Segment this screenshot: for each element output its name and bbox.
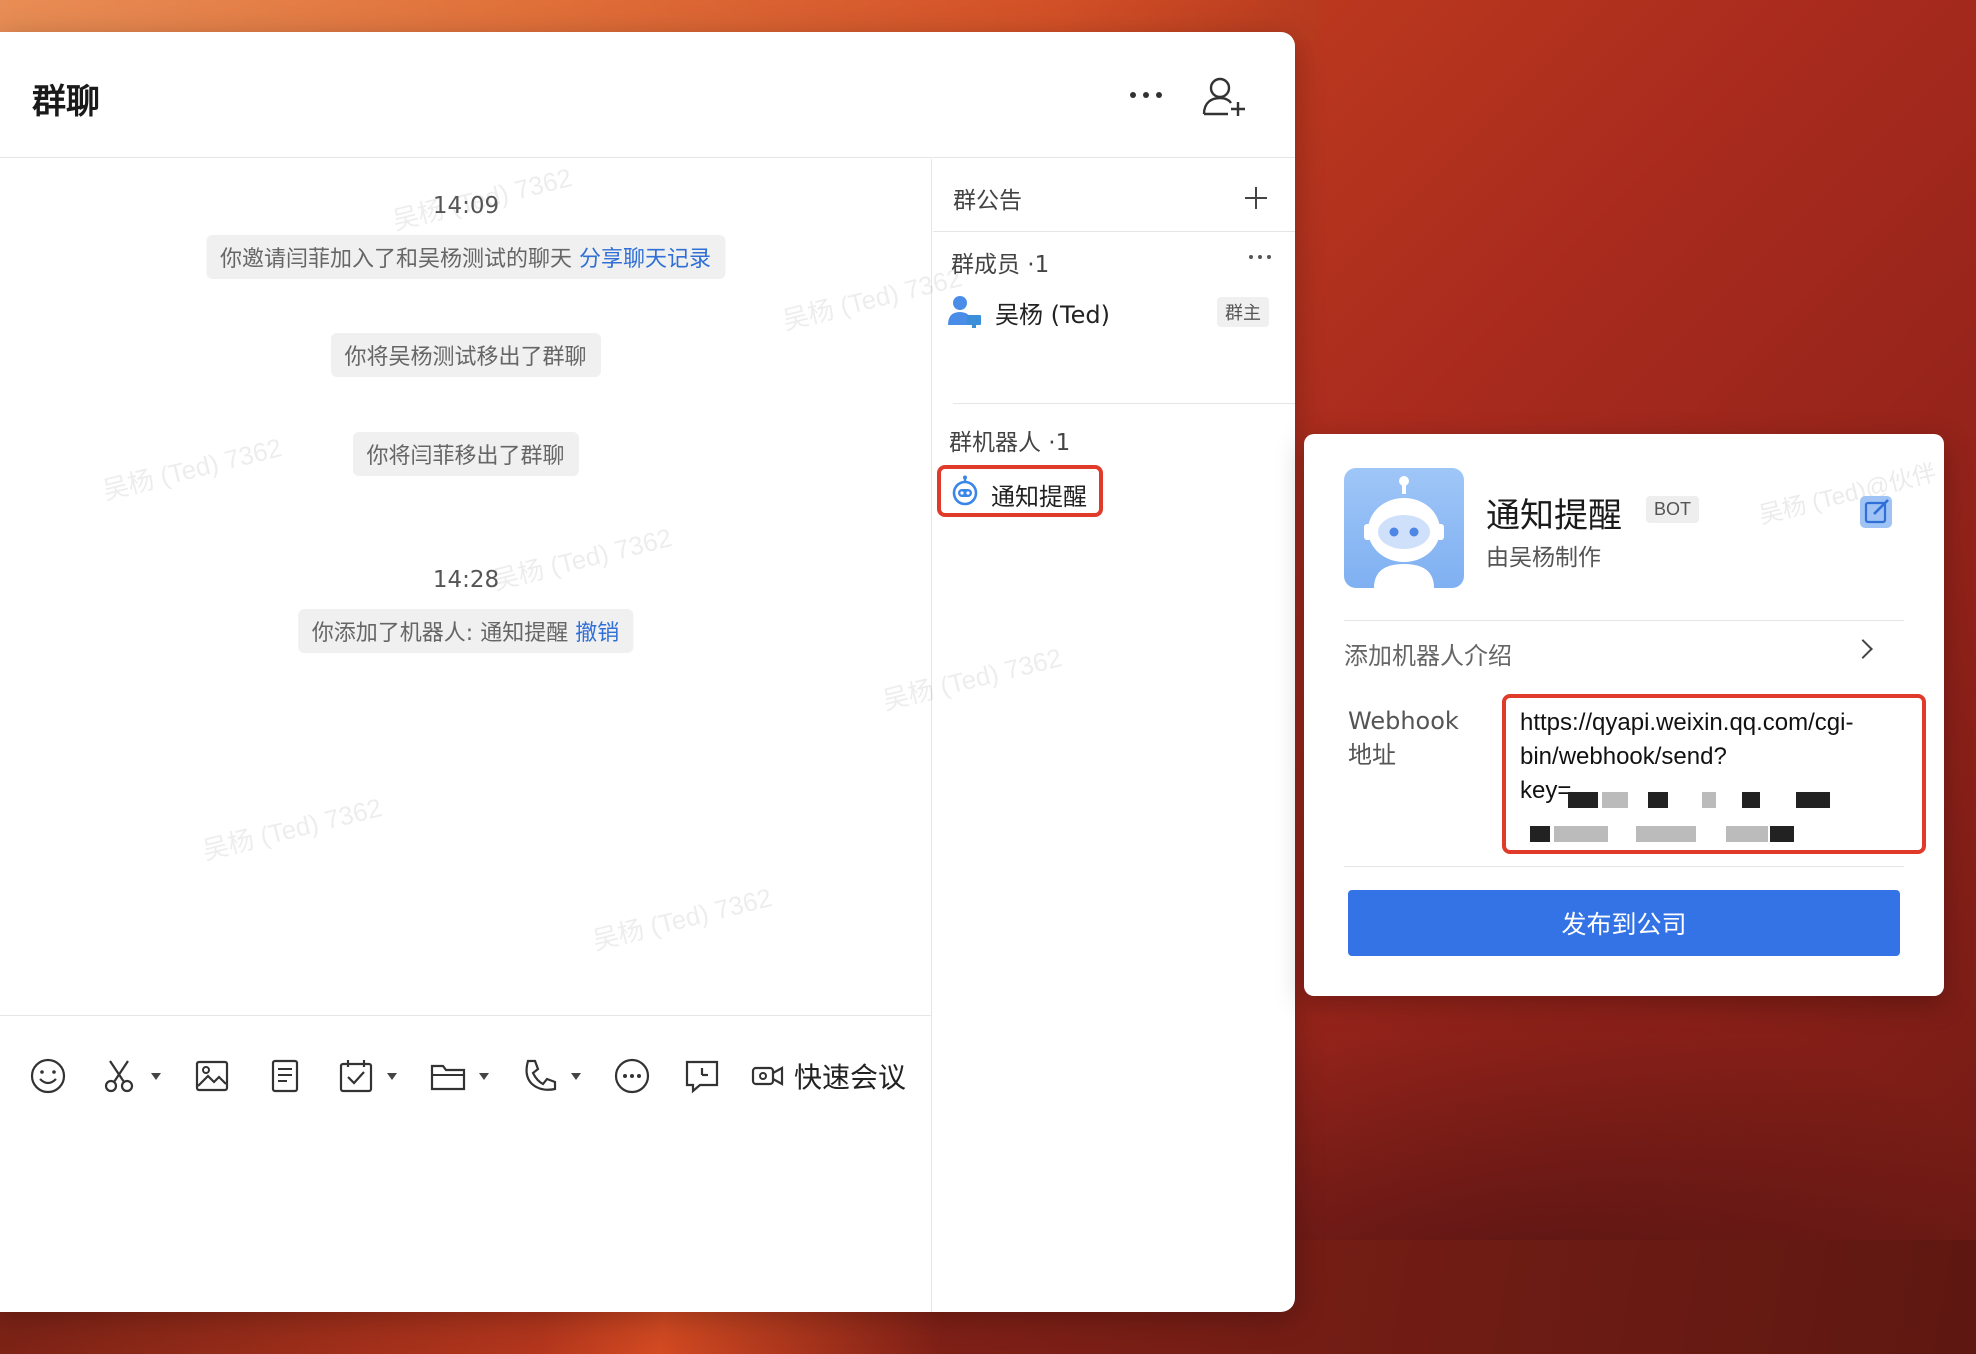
chevron-right-icon bbox=[1853, 639, 1873, 659]
document-icon[interactable] bbox=[265, 1056, 305, 1096]
add-bot-intro-label: 添加机器人介绍 bbox=[1344, 642, 1512, 670]
screenshot-dropdown-caret[interactable] bbox=[151, 1073, 161, 1080]
more-dot-icon bbox=[1267, 255, 1271, 259]
publish-to-company-button[interactable]: 发布到公司 bbox=[1348, 890, 1900, 956]
member-name: 吴杨 (Ted) bbox=[995, 301, 1110, 329]
members-title: 群成员 ·1 bbox=[951, 252, 1050, 278]
webhook-url-field[interactable]: https://qyapi.weixin.qq.com/cgi- bin/web… bbox=[1502, 694, 1926, 854]
message-toolbar: 快速会议 bbox=[0, 1015, 932, 1312]
add-user-icon bbox=[1202, 77, 1245, 116]
image-icon[interactable] bbox=[192, 1056, 232, 1096]
divider bbox=[953, 403, 1295, 404]
add-member-button[interactable] bbox=[1200, 76, 1248, 118]
task-icon[interactable] bbox=[336, 1056, 376, 1096]
scissors-icon[interactable] bbox=[100, 1056, 140, 1096]
task-dropdown-caret[interactable] bbox=[387, 1073, 397, 1080]
watermark: 吴杨 (Ted)@伙伴 bbox=[1756, 459, 1940, 530]
message-icon[interactable] bbox=[682, 1056, 722, 1096]
bot-item-notification[interactable]: 通知提醒 bbox=[937, 465, 1103, 517]
quick-meeting-label: 快速会议 bbox=[794, 1061, 907, 1094]
redaction-mark bbox=[1530, 826, 1550, 842]
webhook-label-line: Webhook bbox=[1348, 707, 1459, 735]
redaction-mark bbox=[1742, 792, 1760, 808]
folder-icon[interactable] bbox=[428, 1056, 468, 1096]
group-info-panel: 群公告 群成员 ·1 吴杨 (Ted) 群主 群机器人 ·1 通知提醒 bbox=[933, 159, 1295, 1312]
bot-maker: 由吴杨制作 bbox=[1486, 545, 1601, 571]
members-more-button[interactable] bbox=[1247, 251, 1277, 265]
emoji-icon[interactable] bbox=[28, 1056, 68, 1096]
message-timestamp: 14:28 bbox=[432, 567, 500, 593]
more-dot-icon bbox=[1130, 92, 1136, 98]
member-item[interactable]: 吴杨 (Ted) 群主 bbox=[947, 291, 1287, 331]
divider bbox=[933, 231, 1295, 232]
folder-dropdown-caret[interactable] bbox=[479, 1073, 489, 1080]
webhook-label-line: 地址 bbox=[1348, 741, 1396, 769]
redaction-mark bbox=[1636, 826, 1696, 842]
share-chat-history-link[interactable]: 分享聊天记录 bbox=[579, 247, 711, 272]
video-icon bbox=[751, 1066, 784, 1086]
more-options-button[interactable] bbox=[1124, 80, 1168, 110]
owner-badge: 群主 bbox=[1217, 297, 1269, 327]
phone-icon[interactable] bbox=[520, 1056, 560, 1096]
more-dot-icon bbox=[1258, 255, 1262, 259]
redaction-mark bbox=[1648, 792, 1668, 808]
robot-icon bbox=[952, 475, 978, 506]
more-dot-icon bbox=[1143, 92, 1149, 98]
divider bbox=[1344, 866, 1904, 867]
divider bbox=[1344, 620, 1904, 621]
watermark: 吴杨 (Ted) 7362 bbox=[99, 432, 285, 506]
page-title: 群聊 bbox=[32, 82, 100, 122]
window-header: 群聊 bbox=[0, 32, 1295, 158]
webhook-label: Webhook 地址 bbox=[1348, 704, 1459, 772]
system-message: 你将吴杨测试移出了群聊 bbox=[330, 333, 601, 377]
bot-badge: BOT bbox=[1646, 496, 1700, 523]
redaction-mark bbox=[1796, 792, 1830, 808]
call-dropdown-caret[interactable] bbox=[571, 1073, 581, 1080]
bot-card-name: 通知提醒 bbox=[1486, 496, 1622, 536]
bot-name: 通知提醒 bbox=[991, 483, 1087, 511]
redaction-mark bbox=[1770, 826, 1794, 842]
edit-icon[interactable] bbox=[1858, 494, 1894, 530]
more-dot-icon bbox=[1249, 255, 1253, 259]
system-message: 你将闫菲移出了群聊 bbox=[352, 432, 579, 476]
watermark: 吴杨 (Ted) 7362 bbox=[199, 792, 385, 866]
quick-meeting-button[interactable]: 快速会议 bbox=[750, 1056, 906, 1096]
message-timestamp: 14:09 bbox=[432, 193, 500, 219]
webhook-url-line: https://qyapi.weixin.qq.com/cgi- bbox=[1520, 709, 1854, 736]
more-icon[interactable] bbox=[612, 1056, 652, 1096]
add-announcement-button[interactable] bbox=[1243, 185, 1269, 211]
announcement-title: 群公告 bbox=[953, 188, 1022, 214]
watermark: 吴杨 (Ted) 7362 bbox=[589, 882, 775, 956]
redaction-mark bbox=[1702, 792, 1716, 808]
bots-title: 群机器人 ·1 bbox=[949, 430, 1071, 456]
bot-profile-card: 吴杨 (Ted)@伙伴 通知提醒 BOT 由吴杨制作 添加机器人介绍 Webho… bbox=[1304, 434, 1944, 996]
redaction-mark bbox=[1568, 792, 1598, 808]
add-bot-intro-row[interactable]: 添加机器人介绍 bbox=[1344, 628, 1904, 678]
user-avatar-icon bbox=[948, 296, 981, 328]
redaction-mark bbox=[1726, 826, 1768, 842]
chat-message-area[interactable]: 吴杨 (Ted) 7362 吴杨 (Ted) 7362 吴杨 (Ted) 736… bbox=[0, 159, 1065, 1015]
more-dot-icon bbox=[1156, 92, 1162, 98]
system-message: 你添加了机器人: 通知提醒 撤销 bbox=[297, 609, 634, 653]
system-message-text: 你邀请闫菲加入了和吴杨测试的聊天 bbox=[219, 247, 572, 272]
redaction-mark bbox=[1602, 792, 1628, 808]
system-message-text: 你添加了机器人: 通知提醒 bbox=[311, 621, 569, 646]
chat-window: 群聊 吴杨 (Ted) 7362 吴杨 (Ted) 7362 吴杨 (Ted) … bbox=[0, 32, 1295, 1312]
bot-avatar bbox=[1344, 468, 1464, 588]
robot-avatar-icon bbox=[1364, 476, 1444, 588]
undo-link[interactable]: 撤销 bbox=[575, 621, 619, 646]
system-message: 你邀请闫菲加入了和吴杨测试的聊天 分享聊天记录 bbox=[205, 235, 726, 279]
redaction-mark bbox=[1554, 826, 1608, 842]
webhook-url-line: bin/webhook/send? bbox=[1520, 743, 1727, 770]
